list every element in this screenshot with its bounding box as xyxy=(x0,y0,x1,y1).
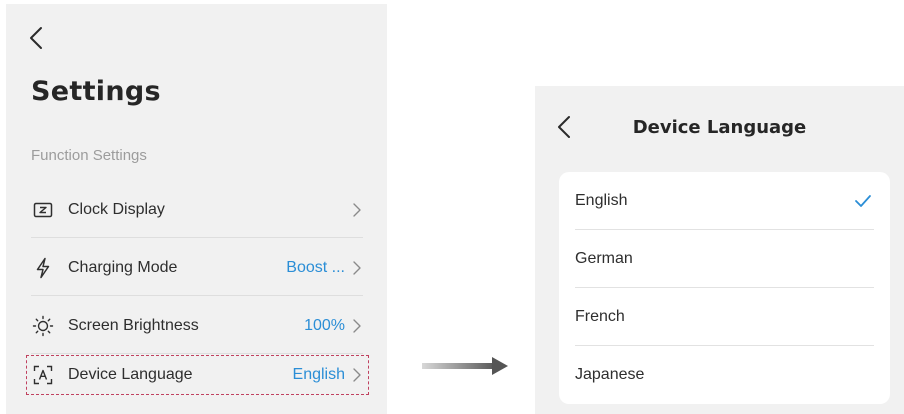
language-option-german[interactable]: German xyxy=(575,230,874,288)
row-label: Clock Display xyxy=(68,201,165,218)
lightning-icon xyxy=(32,257,54,279)
checkmark-icon xyxy=(855,195,871,207)
settings-screen: Settings Function Settings Clock Display xyxy=(6,4,387,414)
language-option-english[interactable]: English xyxy=(575,172,874,230)
settings-row-clock-display[interactable]: Clock Display xyxy=(31,182,363,238)
language-icon xyxy=(32,364,54,386)
arrow-right-icon xyxy=(422,357,508,375)
row-label: Device Language xyxy=(68,366,193,383)
row-value: Boost ... xyxy=(286,259,345,276)
tutorial-figure: Settings Function Settings Clock Display xyxy=(0,0,904,414)
row-divider xyxy=(31,295,363,296)
page-title: Device Language xyxy=(632,117,807,138)
settings-row-screen-brightness[interactable]: Screen Brightness 100% xyxy=(31,298,363,354)
row-value: English xyxy=(292,366,345,383)
page-title: Settings xyxy=(31,76,161,107)
sun-icon xyxy=(32,315,54,337)
language-option-japanese[interactable]: Japanese xyxy=(575,346,874,404)
language-option-french[interactable]: French xyxy=(575,288,874,346)
chevron-right-icon xyxy=(353,319,361,333)
row-value: 100% xyxy=(304,317,345,334)
language-label: German xyxy=(575,250,633,267)
chevron-left-icon xyxy=(30,27,42,49)
chevron-right-icon xyxy=(353,261,361,275)
chevron-right-icon xyxy=(353,203,361,217)
chevron-right-icon xyxy=(353,368,361,382)
section-label: Function Settings xyxy=(31,147,147,164)
language-list: English German French Japanese xyxy=(559,172,890,404)
clock-display-icon xyxy=(32,199,54,221)
device-language-screen: Device Language English German French Ja… xyxy=(535,86,904,414)
row-label: Screen Brightness xyxy=(68,317,199,334)
language-label: Japanese xyxy=(575,366,645,383)
language-label: French xyxy=(575,308,625,325)
settings-row-device-language[interactable]: Device Language English xyxy=(31,354,363,396)
row-label: Charging Mode xyxy=(68,259,178,276)
row-divider xyxy=(31,237,363,238)
settings-row-charging-mode[interactable]: Charging Mode Boost ... xyxy=(31,240,363,296)
language-label: English xyxy=(575,192,628,209)
back-button[interactable] xyxy=(26,24,50,52)
